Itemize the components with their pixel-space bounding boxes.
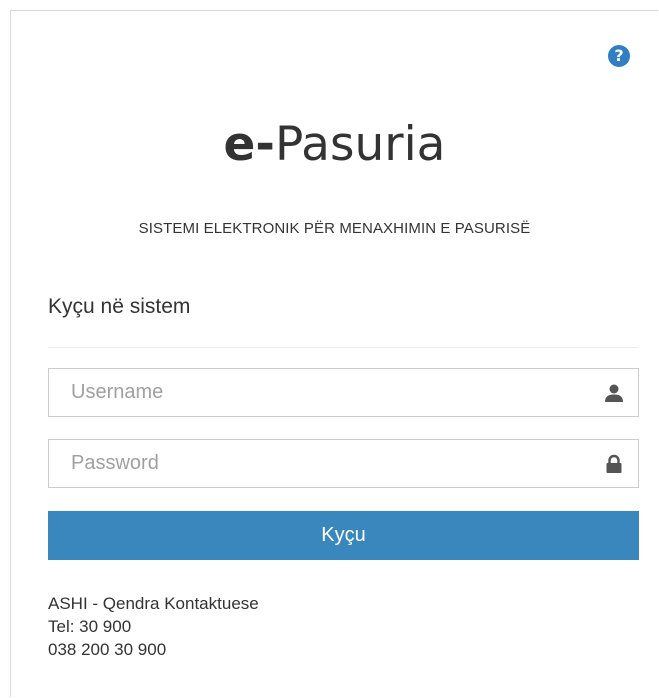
- contact-org: ASHI - Qendra Kontaktuese: [48, 594, 259, 613]
- login-panel: ? e-Pasuria SISTEMI ELEKTRONIK PËR MENAX…: [10, 10, 658, 697]
- username-input[interactable]: [49, 369, 638, 416]
- brand-prefix: e-: [223, 117, 275, 172]
- password-input[interactable]: [49, 440, 638, 487]
- app-subtitle: SISTEMI ELEKTRONIK PËR MENAXHIMIN E PASU…: [138, 220, 531, 237]
- lock-icon: [606, 454, 622, 473]
- app-logo-title: e-Pasuria: [11, 119, 658, 171]
- password-field-wrapper: [48, 439, 639, 488]
- brand-name: Pasuria: [274, 117, 446, 172]
- contact-phone: 038 200 30 900: [48, 640, 167, 659]
- heading-divider: [48, 347, 638, 348]
- contact-tel: Tel: 30 900: [48, 617, 132, 636]
- login-heading: Kyçu në sistem: [48, 295, 191, 318]
- question-circle-icon[interactable]: ?: [608, 45, 630, 67]
- contact-info: ASHI - Qendra Kontaktuese Tel: 30 900 03…: [48, 592, 259, 661]
- user-icon: [605, 384, 623, 402]
- username-field-wrapper: [48, 368, 639, 417]
- login-button[interactable]: Kyçu: [48, 511, 639, 560]
